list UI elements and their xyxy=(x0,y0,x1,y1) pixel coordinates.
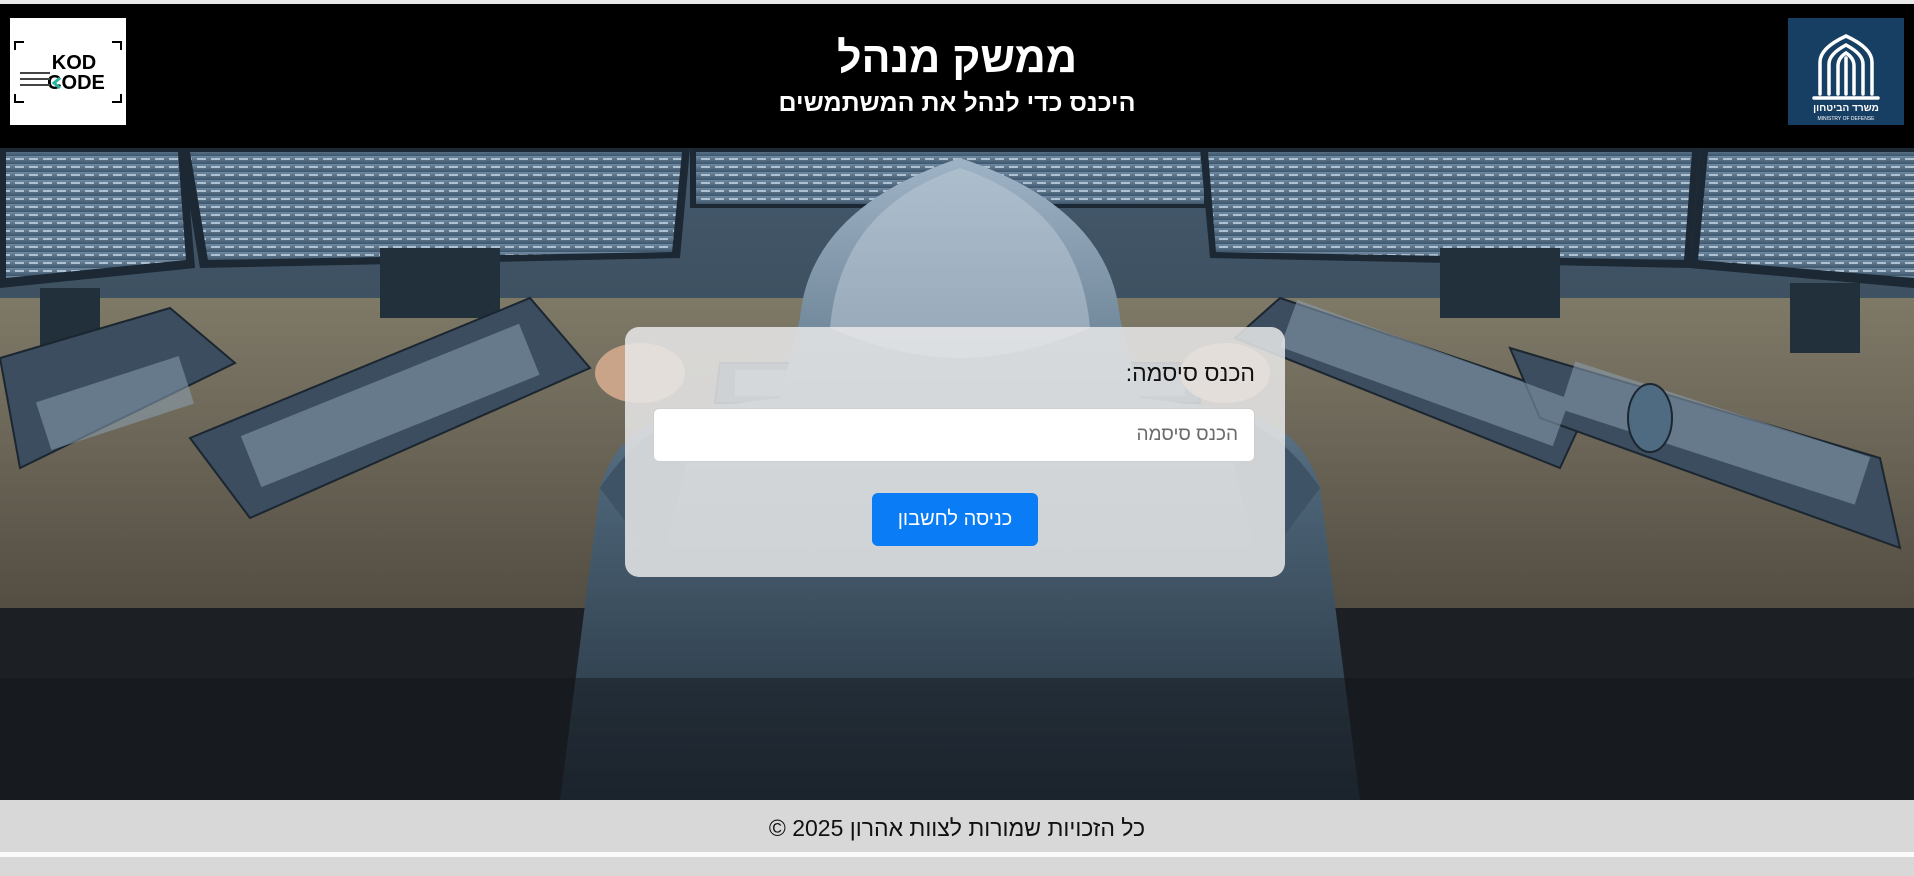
login-button[interactable]: כניסה לחשבון xyxy=(872,493,1038,546)
hero-background: הכנס סיסמה: כניסה לחשבון xyxy=(0,148,1914,800)
mod-logo-hebrew: משרד הביטחון xyxy=(1813,103,1879,114)
page-header: KOD CODE ממשק מנהל היכנס כדי לנהל את המש… xyxy=(0,4,1914,148)
password-label: הכנס סיסמה: xyxy=(1125,360,1255,386)
mod-logo-subtext: MINISTRY OF DEFENSE xyxy=(1817,116,1875,122)
page-footer: כל הזכויות שמורות לצוות אהרון 2025 © xyxy=(0,800,1914,852)
mouse-image xyxy=(1627,383,1673,453)
page-subtitle: היכנס כדי לנהל את המשתמשים xyxy=(778,89,1136,117)
password-input[interactable] xyxy=(653,408,1255,462)
page-title: ממשק מנהל xyxy=(836,34,1078,82)
copyright-text: כל הזכויות שמורות לצוות אהרון 2025 © xyxy=(768,815,1146,841)
bottom-strip xyxy=(0,857,1914,876)
login-card: הכנס סיסמה: כניסה לחשבון xyxy=(625,327,1285,577)
ministry-of-defense-logo: משרד הביטחון MINISTRY OF DEFENSE xyxy=(1788,18,1904,125)
